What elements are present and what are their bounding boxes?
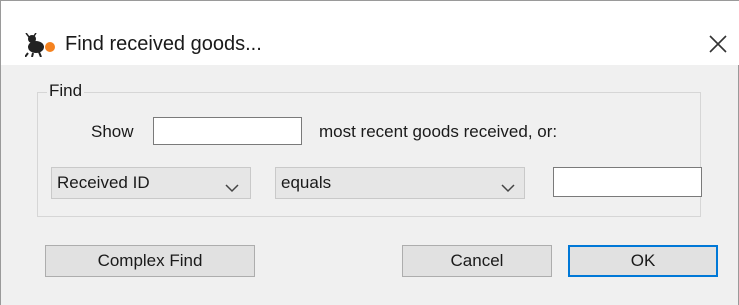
field-select-value: Received ID (57, 173, 150, 192)
field-select[interactable]: Received ID (51, 167, 251, 199)
show-label: Show (91, 122, 134, 141)
recent-goods-label: most recent goods received, or: (319, 122, 558, 141)
title-bar: Find received goods... (1, 1, 739, 65)
complex-find-button[interactable]: Complex Find (45, 245, 255, 277)
cancel-button-label: Cancel (450, 251, 504, 270)
recent-count-input[interactable] (153, 117, 302, 145)
window-title: Find received goods... (65, 33, 262, 55)
close-icon[interactable] (701, 27, 735, 61)
ok-button[interactable]: OK (568, 245, 718, 277)
chevron-down-icon (224, 179, 240, 193)
ok-button-label: OK (630, 251, 656, 270)
cancel-button[interactable]: Cancel (402, 245, 552, 277)
chevron-down-icon (500, 179, 516, 193)
criteria-value-input[interactable] (553, 167, 702, 197)
mosquito-icon (24, 32, 59, 58)
find-received-goods-dialog: Find received goods... Find Show most re… (0, 0, 739, 305)
operator-select-value: equals (281, 173, 332, 192)
find-group-label: Find (47, 81, 85, 101)
operator-select[interactable]: equals (275, 167, 525, 199)
complex-find-button-label: Complex Find (97, 251, 203, 270)
